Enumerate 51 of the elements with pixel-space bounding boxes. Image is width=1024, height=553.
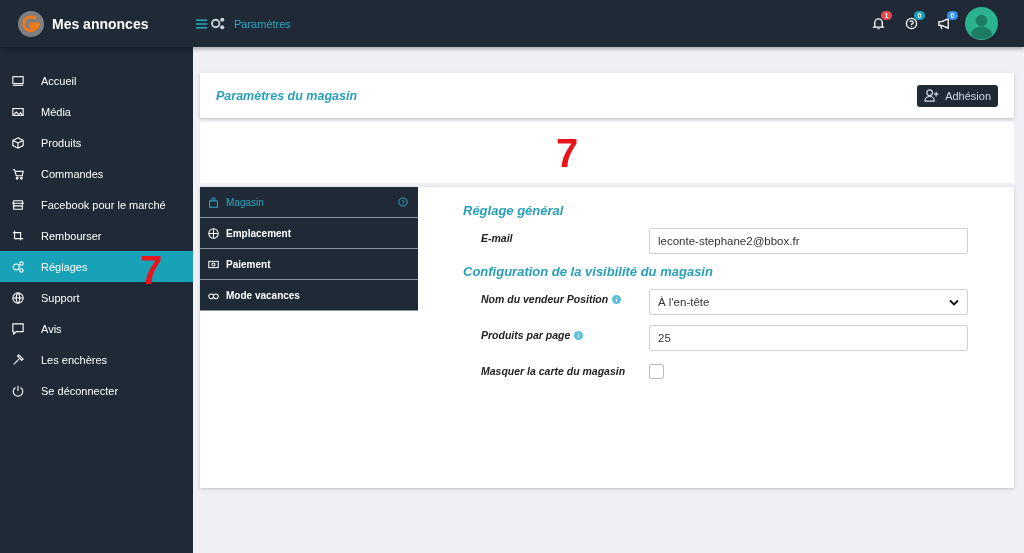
gears-icon	[211, 17, 226, 30]
field-label: Masquer la carte du magasin	[481, 365, 626, 377]
field-label: Nom du vendeur Position	[481, 293, 609, 305]
help-icon[interactable]	[905, 17, 918, 30]
bell-icon[interactable]	[872, 17, 885, 30]
money-icon	[208, 258, 219, 270]
settings-tab[interactable]: Mode vacances	[200, 280, 418, 311]
add-user-icon	[924, 89, 940, 102]
membership-button[interactable]: Adhésion	[917, 84, 998, 107]
megaphone-icon[interactable]	[938, 17, 951, 30]
chat-icon	[12, 322, 24, 335]
globe-icon	[208, 227, 219, 239]
sidebar-item[interactable]: Produits	[0, 127, 193, 158]
sidebar-item[interactable]: Les enchères	[0, 344, 193, 375]
brand-title: Mes annonces	[52, 15, 149, 32]
select-field[interactable]: À l'en-tête	[649, 289, 968, 315]
sidebar-item[interactable]: Accueil	[0, 65, 193, 96]
annotation-number: 7	[555, 132, 579, 173]
power-icon	[12, 384, 24, 397]
field-label: Produits par page	[481, 329, 571, 341]
avatar-icon[interactable]	[965, 7, 998, 40]
sidebar-item[interactable]: Facebook pour le marché	[0, 189, 193, 220]
cart-icon	[12, 167, 24, 180]
sidebar-item[interactable]: Rembourser	[0, 220, 193, 251]
chevron-down-icon	[949, 298, 959, 306]
sidebar-item[interactable]: Avis	[0, 313, 193, 344]
sidebar-item[interactable]: Se déconnecter	[0, 375, 193, 406]
text-field[interactable]: leconte-stephane2@bbox.fr	[649, 228, 968, 254]
page-title: Paramètres du magasin	[216, 88, 358, 103]
sidebar-item[interactable]: Commandes	[0, 158, 193, 189]
globe-icon	[12, 291, 24, 304]
breadcrumb[interactable]: Paramètres	[234, 17, 291, 30]
store-icon	[12, 198, 24, 211]
hammer-icon	[12, 353, 24, 366]
sidebar-item[interactable]: Média	[0, 96, 193, 127]
checkbox[interactable]	[649, 364, 664, 379]
box-icon	[12, 136, 24, 149]
text-field[interactable]: 25	[649, 325, 968, 351]
gears-icon	[12, 260, 24, 273]
settings-tab[interactable]: Magasin	[200, 187, 418, 218]
field-label: E-mail	[481, 232, 513, 244]
section-title: Réglage général	[463, 203, 565, 218]
section-title: Configuration de la visibilité du magasin	[463, 264, 714, 279]
image-icon	[12, 105, 24, 118]
bag-icon	[208, 196, 219, 208]
logo-icon	[18, 10, 44, 37]
monitor-icon	[12, 74, 24, 87]
settings-tab[interactable]: Emplacement	[200, 218, 418, 249]
chevron-circle-icon	[398, 197, 408, 207]
settings-tab[interactable]: Paiement	[200, 249, 418, 280]
menu-icon[interactable]	[196, 18, 207, 29]
